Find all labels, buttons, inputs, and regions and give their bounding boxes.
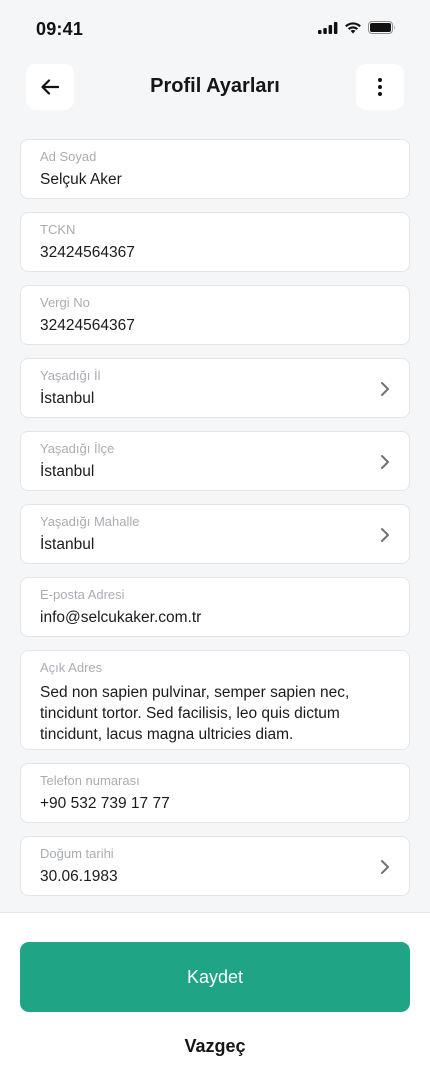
field-value: 30.06.1983 <box>40 868 118 885</box>
chevron-right-icon <box>381 860 389 874</box>
field-value: İstanbul <box>40 463 95 480</box>
cancel-button[interactable]: Vazgeç <box>0 1031 430 1061</box>
status-icons <box>318 21 396 34</box>
email-field[interactable]: E-posta Adresi info@selcukaker.com.tr <box>20 577 410 637</box>
field-label: Telefon numarası <box>40 773 140 788</box>
field-label: Açık Adres <box>40 660 103 675</box>
field-value: 32424564367 <box>40 244 135 261</box>
tckn-field[interactable]: TCKN 32424564367 <box>20 212 410 272</box>
birth-date-select[interactable]: Doğum tarihi 30.06.1983 <box>20 836 410 896</box>
profile-settings-screen: 09:41 Profil Ayarları Ad Soyad Selçuk Ak… <box>0 0 430 1089</box>
field-value: 32424564367 <box>40 317 135 334</box>
field-label: Vergi No <box>40 295 90 310</box>
field-value: +90 532 739 17 77 <box>40 795 170 812</box>
field-value: İstanbul <box>40 536 95 553</box>
field-label: Yaşadığı İlçe <box>40 441 115 456</box>
field-label: Doğum tarihi <box>40 846 114 861</box>
field-value: Sed non sapien pulvinar, semper sapien n… <box>40 684 350 743</box>
city-select[interactable]: Yaşadığı İl İstanbul <box>20 358 410 418</box>
phone-field[interactable]: Telefon numarası +90 532 739 17 77 <box>20 763 410 823</box>
status-time: 09:41 <box>36 19 84 39</box>
chevron-right-icon <box>381 528 389 542</box>
tax-number-field[interactable]: Vergi No 32424564367 <box>20 285 410 345</box>
field-label: Yaşadığı İl <box>40 368 101 383</box>
field-value: Selçuk Aker <box>40 171 122 188</box>
save-button[interactable]: Kaydet <box>20 942 410 1012</box>
district-select[interactable]: Yaşadığı İlçe İstanbul <box>20 431 410 491</box>
full-name-field[interactable]: Ad Soyad Selçuk Aker <box>20 139 410 199</box>
field-value: İstanbul <box>40 390 95 407</box>
field-label: Yaşadığı Mahalle <box>40 514 140 529</box>
cellular-signal-icon <box>318 21 338 34</box>
more-vertical-icon <box>378 78 382 96</box>
profile-form: Ad Soyad Selçuk Aker TCKN 32424564367 Ve… <box>20 139 410 909</box>
field-label: TCKN <box>40 222 76 237</box>
address-field[interactable]: Açık Adres Sed non sapien pulvinar, semp… <box>20 650 410 750</box>
wifi-icon <box>345 22 361 34</box>
chevron-right-icon <box>381 382 389 396</box>
chevron-right-icon <box>381 455 389 469</box>
page-title: Profil Ayarları <box>150 75 280 97</box>
more-options-button[interactable] <box>356 64 404 110</box>
neighborhood-select[interactable]: Yaşadığı Mahalle İstanbul <box>20 504 410 564</box>
field-value: info@selcukaker.com.tr <box>40 609 202 626</box>
battery-icon <box>368 21 395 34</box>
status-bar: 09:41 <box>0 0 430 60</box>
field-label: Ad Soyad <box>40 149 97 164</box>
field-label: E-posta Adresi <box>40 587 125 602</box>
header: Profil Ayarları <box>26 64 404 110</box>
bottom-action-bar: Kaydet Vazgeç <box>0 912 430 1089</box>
